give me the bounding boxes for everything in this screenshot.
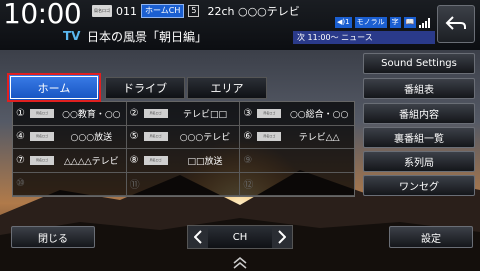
preset-channel-name: テレビ□□ bbox=[182, 109, 227, 120]
preset-channel-name: ○○教育・○○ bbox=[62, 109, 121, 120]
channel-preset-grid: ① 局名ロゴ ○○教育・○○ ② 局名ロゴ テレビ□□ ③ 局名ロゴ ○○総合・… bbox=[12, 101, 355, 197]
channel-control: CH bbox=[187, 225, 293, 249]
channel-label: CH bbox=[232, 231, 248, 243]
preset-number: ③ bbox=[243, 107, 253, 119]
preset-number: ② bbox=[129, 107, 139, 119]
preset-number: ⑨ bbox=[243, 154, 253, 166]
sound-settings-button[interactable]: Sound Settings bbox=[363, 53, 475, 74]
preset-channel-name: □□放送 bbox=[187, 156, 223, 167]
tab-home-label: ホーム bbox=[37, 81, 71, 95]
channel-name: 22ch ○○○テレビ bbox=[207, 5, 300, 18]
channel-down-button[interactable] bbox=[188, 226, 208, 248]
back-arrow-icon bbox=[445, 16, 466, 30]
channel-info: 局名ロゴ 011 ホームCH 5 22ch ○○○テレビ bbox=[92, 4, 300, 18]
preset-number: ⑤ bbox=[129, 131, 139, 143]
channel-preset[interactable]: ① 局名ロゴ ○○教育・○○ bbox=[13, 102, 127, 126]
preset-number: ⑪ bbox=[129, 180, 140, 192]
station-logo: 局名ロゴ bbox=[257, 132, 282, 142]
settings-button[interactable]: 設定 bbox=[389, 226, 473, 248]
channel-preset[interactable]: ② 局名ロゴ テレビ□□ bbox=[126, 102, 241, 126]
oneseg-button[interactable]: ワンセグ bbox=[363, 175, 475, 196]
program-info-label: 番組内容 bbox=[399, 110, 439, 121]
settings-label: 設定 bbox=[421, 233, 441, 245]
preset-number: ④ bbox=[16, 131, 25, 143]
other-programs-label: 裏番組一覧 bbox=[394, 134, 444, 145]
next-program: 次 11:00〜 ニュース bbox=[293, 31, 435, 44]
channel-preset[interactable]: ⑧ 局名ロゴ □□放送 bbox=[126, 149, 241, 173]
home-ch-badge: ホームCH bbox=[141, 4, 185, 18]
tab-drive[interactable]: ドライブ bbox=[105, 77, 185, 99]
close-label: 閉じる bbox=[38, 233, 68, 245]
epg-label: 番組表 bbox=[404, 85, 434, 96]
preset-channel-name: テレビ△△ bbox=[298, 133, 340, 144]
top-info-bar: 10:00 局名ロゴ 011 ホームCH 5 22ch ○○○テレビ TV 日本… bbox=[0, 0, 480, 50]
signal-strength-icon bbox=[419, 17, 431, 28]
program-info-button[interactable]: 番組内容 bbox=[363, 103, 475, 124]
station-logo: 局名ロゴ bbox=[30, 108, 54, 118]
oneseg-label: ワンセグ bbox=[399, 182, 439, 193]
affiliate-stations-label: 系列局 bbox=[404, 158, 434, 169]
close-button[interactable]: 閉じる bbox=[11, 226, 95, 248]
station-logo: 局名ロゴ bbox=[143, 108, 168, 118]
station-logo-badge: 局名ロゴ bbox=[92, 5, 112, 17]
tab-area[interactable]: エリア bbox=[187, 77, 267, 99]
channel-preset-empty[interactable]: ⑫ bbox=[240, 173, 354, 196]
sound-settings-label: Sound Settings bbox=[381, 58, 457, 69]
station-logo: 局名ロゴ bbox=[143, 132, 168, 142]
preset-number: ⑩ bbox=[16, 178, 25, 190]
channel-preset[interactable]: ⑤ 局名ロゴ ○○○テレビ bbox=[126, 125, 241, 149]
home-ch-number: 5 bbox=[188, 5, 200, 17]
chevron-right-icon bbox=[278, 230, 286, 244]
channel-preset-empty[interactable]: ⑪ bbox=[126, 172, 241, 196]
tv-label: TV bbox=[63, 29, 81, 43]
station-logo: 局名ロゴ bbox=[30, 132, 54, 142]
station-logo: 局名ロゴ bbox=[143, 155, 168, 165]
channel-preset[interactable]: ⑥ 局名ロゴ テレビ△△ bbox=[240, 126, 354, 149]
channel-preset-empty[interactable]: ⑨ bbox=[240, 149, 354, 173]
back-button[interactable] bbox=[437, 5, 475, 43]
station-logo: 局名ロゴ bbox=[257, 108, 282, 118]
chevron-left-icon bbox=[194, 230, 202, 244]
channel-preset[interactable]: ③ 局名ロゴ ○○総合・○○ bbox=[240, 102, 354, 126]
preset-number: ⑥ bbox=[243, 131, 253, 143]
affiliate-stations-button[interactable]: 系列局 bbox=[363, 151, 475, 172]
preset-number: ① bbox=[16, 107, 25, 119]
epg-button[interactable]: 番組表 bbox=[363, 78, 475, 99]
status-icons: ◀)1 モノラル 字 📖 bbox=[335, 17, 431, 28]
epg-icon: 📖 bbox=[403, 17, 417, 28]
preset-number: ⑦ bbox=[16, 154, 25, 166]
station-logo: 局名ロゴ bbox=[30, 155, 54, 165]
audio-channel-icon: ◀)1 bbox=[335, 17, 352, 28]
preset-number: ⑧ bbox=[129, 154, 139, 166]
channel-preset-empty[interactable]: ⑩ bbox=[13, 172, 127, 196]
preset-channel-name: ○○○放送 bbox=[70, 133, 113, 144]
tab-drive-label: ドライブ bbox=[123, 82, 167, 95]
channel-up-button[interactable] bbox=[271, 226, 292, 248]
preset-channel-name: ○○○テレビ bbox=[179, 133, 231, 144]
channel-preset[interactable]: ④ 局名ロゴ ○○○放送 bbox=[13, 125, 127, 149]
tab-area-label: エリア bbox=[210, 82, 244, 95]
program-title: 日本の風景「朝日編」 bbox=[87, 30, 208, 44]
subtitle-icon: 字 bbox=[389, 17, 401, 28]
channel-preset[interactable]: ⑦ 局名ロゴ △△△△テレビ bbox=[13, 149, 127, 173]
clock: 10:00 bbox=[3, 0, 82, 30]
expand-up-icon[interactable] bbox=[232, 257, 248, 269]
preset-channel-name: △△△△テレビ bbox=[63, 156, 119, 167]
preset-number: ⑫ bbox=[243, 180, 254, 192]
mono-indicator: モノラル bbox=[354, 17, 387, 28]
channel-number: 011 bbox=[116, 4, 137, 18]
other-programs-button[interactable]: 裏番組一覧 bbox=[363, 127, 475, 148]
tab-home[interactable]: ホーム bbox=[7, 73, 101, 102]
preset-channel-name: ○○総合・○○ bbox=[289, 109, 349, 120]
